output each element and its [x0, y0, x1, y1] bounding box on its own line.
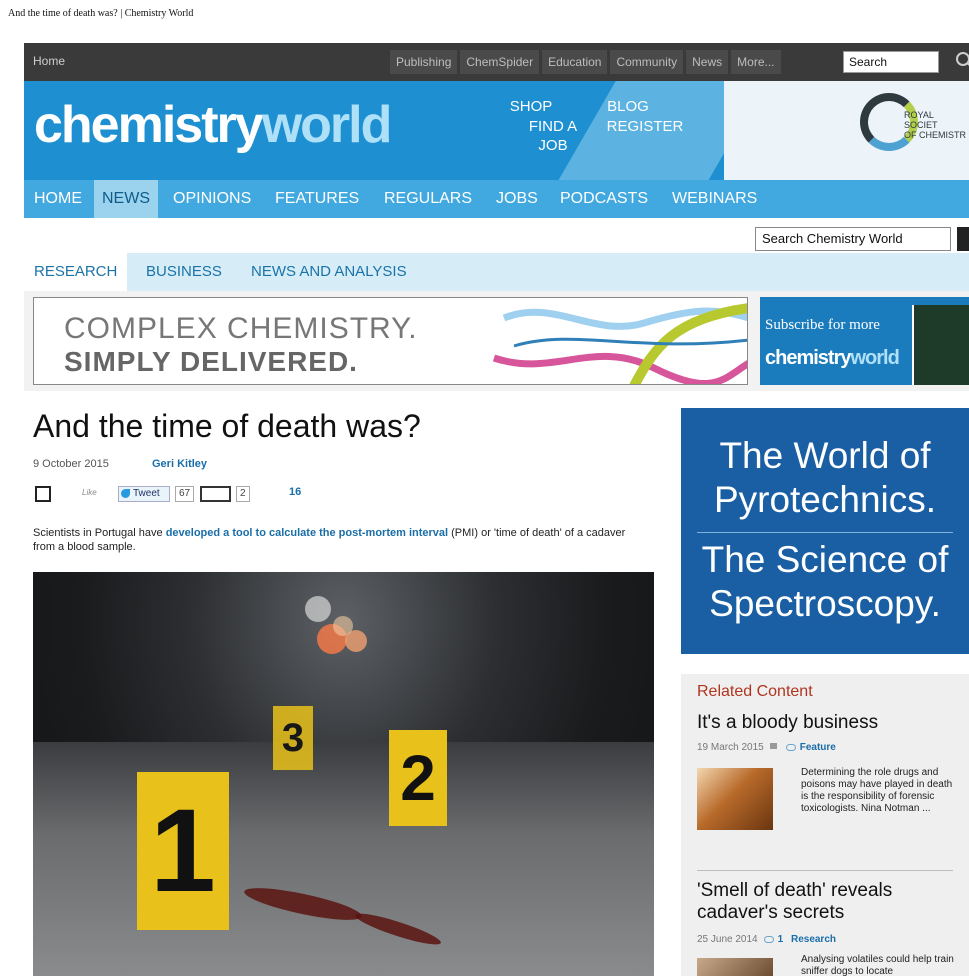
right-ad-line1: The World of [719, 435, 931, 476]
nav-home[interactable]: HOME [34, 180, 82, 218]
related-item-comment-count[interactable]: 1 [778, 934, 784, 945]
related-item-title[interactable]: 'Smell of death' reveals cadaver's secre… [697, 880, 957, 924]
evidence-marker-2: 2 [389, 730, 447, 826]
related-heading: Related Content [697, 683, 813, 700]
share-box-count: 2 [236, 486, 250, 502]
share-count[interactable]: 16 [289, 486, 301, 498]
chemistry-world-logo[interactable]: chemistryworld [34, 95, 393, 155]
right-ad-line3: The Science of [701, 539, 949, 580]
subnav-research[interactable]: RESEARCH [24, 253, 128, 291]
site-search-input[interactable]: Search Chemistry World [755, 227, 951, 251]
subscribe-ad[interactable]: Subscribe for more chemistryworld [760, 297, 969, 385]
rsc-text-line1: ROYAL SOCIET [904, 110, 938, 130]
tweet-count: 67 [175, 486, 195, 502]
register-link[interactable]: REGISTER [604, 117, 686, 136]
related-item-meta: 25 June 2014 1 Research [697, 934, 836, 945]
subnav-news-and-analysis[interactable]: NEWS AND ANALYSIS [251, 253, 407, 291]
photo-light-bokeh [333, 616, 353, 636]
related-item-type[interactable]: Research [791, 934, 836, 945]
like-label: Like [82, 488, 97, 497]
nav-jobs[interactable]: JOBS [496, 180, 538, 218]
right-ad-line4: Spectroscopy. [709, 583, 941, 624]
article-headline: And the time of death was? [33, 408, 421, 444]
top-link-news[interactable]: News [686, 50, 729, 74]
related-item-description: Analysing volatiles could help train sni… [801, 954, 954, 977]
checkbox[interactable] [35, 486, 51, 502]
article-intro: Scientists in Portugal have developed a … [33, 526, 633, 554]
share-box[interactable] [200, 486, 231, 502]
related-item-date: 19 March 2015 [697, 742, 764, 753]
top-utility-bar: Home Publishing ChemSpider Education Com… [24, 43, 969, 81]
rsc-logo-text: ROYAL SOCIET OF CHEMISTR [904, 110, 969, 140]
top-link-publishing[interactable]: Publishing [390, 50, 458, 74]
twitter-bird-icon [121, 489, 130, 498]
top-link-chemspider[interactable]: ChemSpider [460, 50, 540, 74]
comment-icon[interactable] [785, 744, 796, 751]
intro-link[interactable]: developed a tool to calculate the post-m… [166, 527, 448, 539]
evidence-marker-1: 1 [137, 772, 229, 930]
evidence-marker-3: 3 [273, 706, 313, 770]
right-ad-divider [697, 532, 953, 533]
top-link-community[interactable]: Community [610, 50, 684, 74]
nav-features[interactable]: FEATURES [275, 180, 359, 218]
masthead: chemistryworld SHOP FIND A JOB BLOG REGI… [24, 81, 969, 180]
sub-nav: RESEARCH BUSINESS NEWS AND ANALYSIS [24, 253, 969, 291]
logo-part-chemistry: chemistry [34, 96, 264, 154]
related-item-type[interactable]: Feature [800, 742, 836, 753]
subnav-business[interactable]: BUSINESS [146, 253, 222, 291]
subscribe-brand-part1: chemistry [765, 347, 851, 369]
top-link-home[interactable]: Home [33, 54, 65, 68]
magazine-cover-image [912, 305, 969, 385]
related-item-date: 25 June 2014 [697, 934, 758, 945]
related-item-description: Determining the role drugs and poisons m… [801, 767, 953, 814]
right-ad-line2: Pyrotechnics. [713, 479, 937, 520]
related-item-meta: 19 March 2015 Feature [697, 742, 836, 753]
intro-text-before: Scientists in Portugal have [33, 527, 166, 539]
find-a-job-link[interactable]: FIND A JOB [521, 117, 585, 155]
subscribe-brand-part2: world [850, 347, 900, 369]
top-link-more[interactable]: More... [731, 50, 781, 74]
blog-link[interactable]: BLOG [604, 97, 652, 116]
photo-floor [33, 742, 654, 976]
like-button[interactable]: Like [82, 487, 97, 498]
related-item-thumbnail[interactable] [697, 768, 773, 830]
article-date: 9 October 2015 [33, 458, 109, 470]
subscribe-brand: chemistryworld [765, 347, 900, 370]
top-search-input[interactable]: Search [843, 51, 939, 73]
nav-podcasts[interactable]: PODCASTS [560, 180, 648, 218]
nav-opinions[interactable]: OPINIONS [173, 180, 251, 218]
main-nav: HOME NEWS OPINIONS FEATURES REGULARS JOB… [24, 180, 969, 218]
rsc-text-line2: OF CHEMISTR [904, 130, 966, 140]
document-title: And the time of death was? | Chemistry W… [8, 8, 194, 19]
site-search-button[interactable] [957, 227, 969, 251]
related-item-thumbnail[interactable] [697, 958, 773, 976]
shop-link[interactable]: SHOP [506, 97, 556, 116]
nav-news[interactable]: NEWS [94, 180, 158, 218]
subscribe-text: Subscribe for more [765, 317, 880, 333]
related-divider [697, 870, 953, 871]
nav-regulars[interactable]: REGULARS [384, 180, 472, 218]
top-link-education[interactable]: Education [542, 50, 608, 74]
pyrotechnics-ad[interactable]: The World of Pyrotechnics. The Science o… [681, 408, 969, 654]
banner-ad-swooshes [492, 303, 747, 384]
search-icon[interactable] [956, 52, 969, 66]
comment-icon[interactable] [763, 936, 774, 943]
lock-icon [769, 743, 777, 749]
banner-ad[interactable]: COMPLEX CHEMISTRY. SIMPLY DELIVERED. [33, 297, 748, 385]
logo-part-world: world [261, 96, 393, 154]
related-item-title[interactable]: It's a bloody business [697, 712, 878, 734]
nav-webinars[interactable]: WEBINARS [672, 180, 757, 218]
top-links: Publishing ChemSpider Education Communit… [390, 50, 781, 74]
article-photo: 3 2 1 [33, 572, 654, 976]
article-author[interactable]: Geri Kitley [152, 458, 207, 470]
photo-light-bokeh [305, 596, 331, 622]
related-content: Related Content It's a bloody business 1… [681, 674, 969, 977]
